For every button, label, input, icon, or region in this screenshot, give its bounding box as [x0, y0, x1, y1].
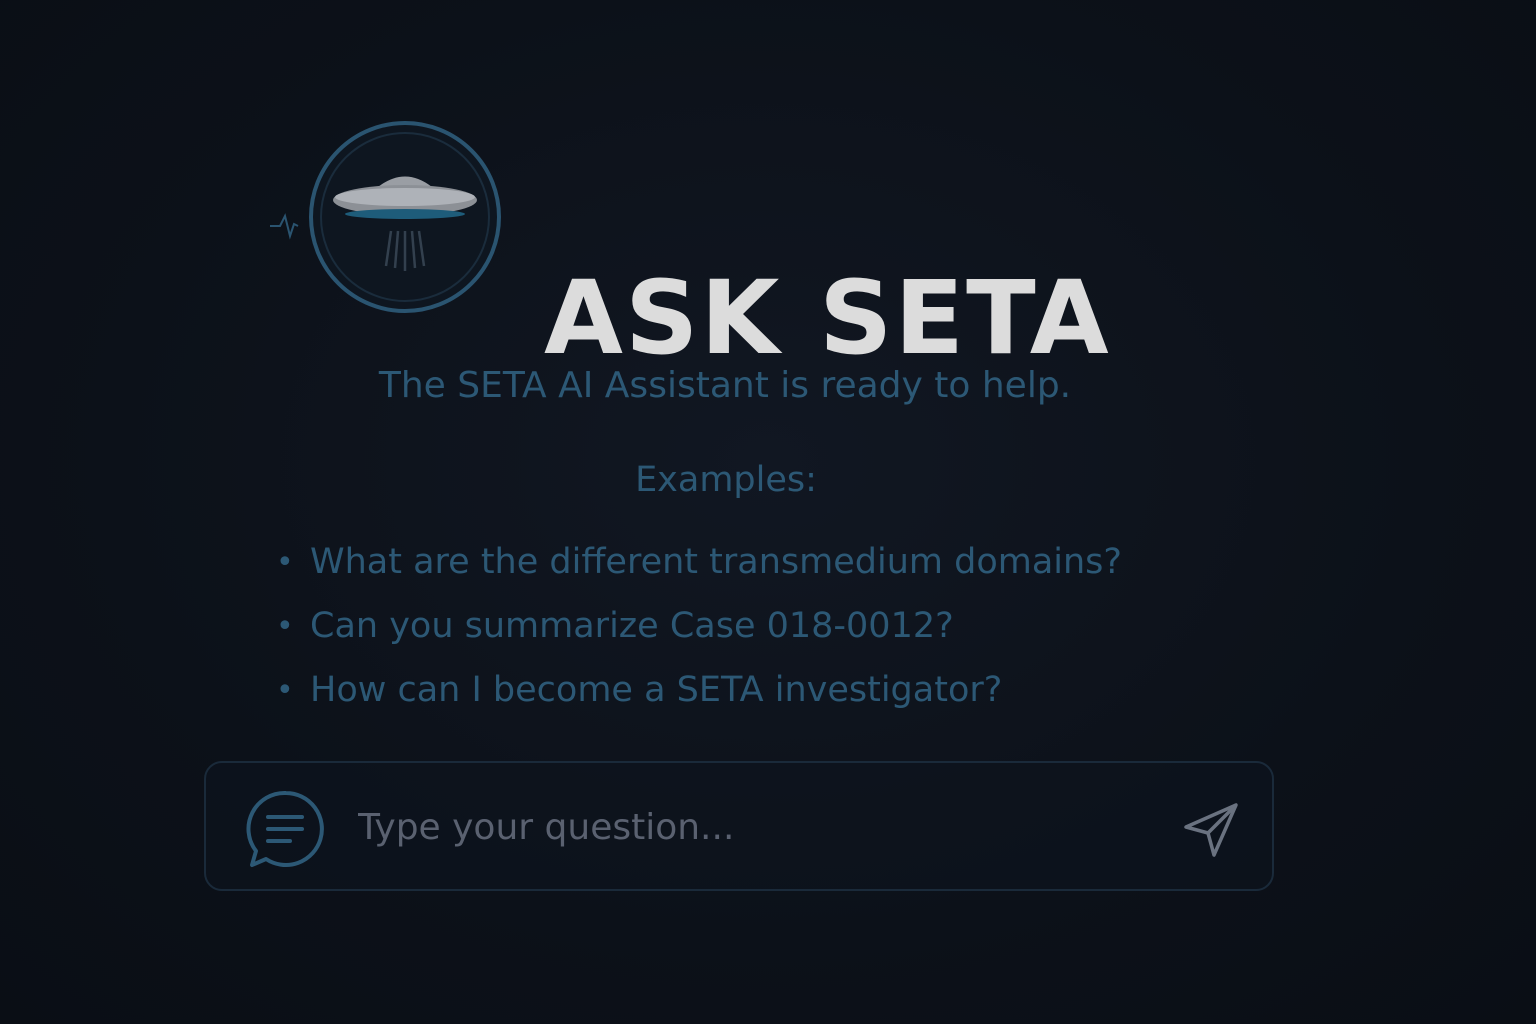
bullet-icon: •: [276, 544, 294, 580]
app-title: ASK SETA: [544, 259, 1111, 378]
examples-heading: Examples:: [635, 460, 817, 500]
send-button[interactable]: [1174, 793, 1244, 863]
example-item[interactable]: • What are the different transmedium dom…: [276, 530, 1122, 594]
send-icon: [1184, 803, 1238, 857]
example-text: What are the different transmedium domai…: [310, 542, 1122, 582]
tagline: The SETA AI Assistant is ready to help.: [378, 365, 1072, 406]
example-text: How can I become a SETA investigator?: [310, 670, 1003, 710]
chat-bubble-icon: [246, 790, 324, 867]
bullet-icon: •: [276, 672, 294, 708]
header: ASK SETA: [268, 116, 1128, 370]
question-box: [204, 761, 1274, 891]
example-text: Can you summarize Case 018-0012?: [310, 606, 954, 646]
question-input[interactable]: [358, 795, 1158, 859]
bullet-icon: •: [276, 608, 294, 644]
example-item[interactable]: • Can you summarize Case 018-0012?: [276, 594, 1122, 658]
page: ASK SETA The SETA AI Assistant is ready …: [0, 0, 1536, 1024]
ufo-logo-icon: [270, 121, 501, 313]
example-item[interactable]: • How can I become a SETA investigator?: [276, 658, 1122, 722]
examples-list: • What are the different transmedium dom…: [276, 530, 1122, 722]
